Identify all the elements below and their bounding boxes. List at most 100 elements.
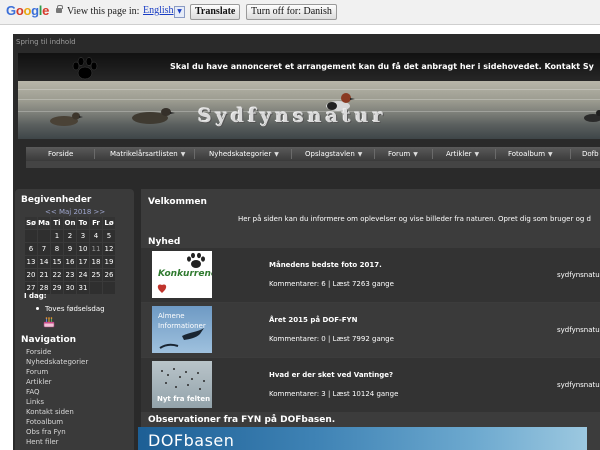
news-item-author[interactable]: sydfynsnatu: [557, 326, 600, 334]
nav-item-label: Matrikelårsartlisten: [110, 150, 178, 158]
calendar-day[interactable]: 26: [102, 268, 116, 282]
sidebar-link-fotoalbum[interactable]: Fotoalbum: [26, 417, 88, 427]
calendar-day[interactable]: 23: [63, 268, 77, 282]
main-nav: Forside Matrikelårsartlisten ▼ Nyhedskate…: [26, 147, 600, 161]
calendar-day[interactable]: 10: [76, 242, 90, 256]
calendar-day[interactable]: 31: [76, 281, 90, 295]
header-marquee: Skal du have annonceret et arrangement k…: [170, 62, 594, 71]
calendar-day[interactable]: 18: [89, 255, 103, 269]
news-thumbnail[interactable]: Almene Informationer: [152, 306, 212, 353]
news-item-title[interactable]: Månedens bedste foto 2017.: [269, 261, 382, 269]
weekday-header: Ma: [37, 216, 51, 230]
translate-button[interactable]: Translate: [190, 4, 241, 20]
water-ripple: [18, 99, 600, 100]
news-thumbnail[interactable]: Konkurrence: [152, 251, 212, 298]
calendar-day[interactable]: 7: [37, 242, 51, 256]
calendar-day: [102, 281, 116, 295]
sidebar-link-forside[interactable]: Forside: [26, 347, 88, 357]
main-content: Velkommen Her på siden kan du informere …: [141, 189, 600, 450]
sidebar-link-nyhedskategorier[interactable]: Nyhedskategorier: [26, 357, 88, 367]
calendar-day[interactable]: 29: [50, 281, 64, 295]
nav-item-label: Forside: [48, 150, 74, 158]
duck-image: [584, 110, 600, 122]
chevron-down-icon[interactable]: ▼: [174, 6, 185, 18]
sidebar-link-kontakt[interactable]: Kontakt siden: [26, 407, 88, 417]
nav-item-dofbasen[interactable]: Dofb: [582, 150, 599, 158]
calendar-day[interactable]: 1: [50, 229, 64, 243]
sidebar-link-faq[interactable]: FAQ: [26, 387, 88, 397]
calendar-day[interactable]: 4: [89, 229, 103, 243]
nav-item-fotoalbum[interactable]: Fotoalbum ▼: [508, 150, 553, 158]
nav-item-forum[interactable]: Forum ▼: [388, 150, 418, 158]
calendar-day[interactable]: 22: [50, 268, 64, 282]
calendar-day[interactable]: 14: [37, 255, 51, 269]
google-logo: Google: [6, 3, 49, 18]
birthday-event[interactable]: Toves fødselsdag: [45, 305, 105, 313]
event-calendar: Sø Ma Ti On To Fr Lø 1 2 3 4 5 6 7 8 9 1…: [24, 216, 116, 295]
turn-off-button[interactable]: Turn off for: Danish: [246, 4, 337, 20]
paw-icon: [72, 57, 98, 80]
language-select[interactable]: English: [143, 5, 174, 16]
thumbnail-caption: Informationer: [158, 322, 206, 330]
nav-item-matrikel[interactable]: Matrikelårsartlisten ▼: [110, 150, 185, 158]
skip-to-content-link[interactable]: Spring til indhold: [16, 38, 76, 46]
calendar-month-nav[interactable]: << Maj 2018 >>: [45, 208, 105, 216]
news-item-author[interactable]: sydfynsnatu: [557, 381, 600, 389]
logo-letter: G: [6, 3, 16, 18]
nav-item-artikler[interactable]: Artikler ▼: [446, 150, 479, 158]
news-item: Nyt fra felten Hvad er der sket ved Vant…: [141, 358, 600, 412]
logo-letter: e: [42, 3, 50, 18]
calendar-day: [89, 281, 103, 295]
news-thumbnail[interactable]: Nyt fra felten: [152, 361, 212, 408]
nav-item-forside[interactable]: Forside: [48, 150, 73, 158]
calendar-day[interactable]: 17: [76, 255, 90, 269]
weekday-header: On: [63, 216, 77, 230]
news-item-title[interactable]: Hvad er der sket ved Vantinge?: [269, 371, 393, 379]
sidebar-link-forum[interactable]: Forum: [26, 367, 88, 377]
calendar-day[interactable]: 11: [89, 242, 103, 256]
thumbnail-caption: Almene: [158, 312, 185, 320]
calendar-day[interactable]: 3: [76, 229, 90, 243]
bullet-icon: [36, 307, 39, 310]
sidebar-link-obs-fra-fyn[interactable]: Obs fra Fyn: [26, 427, 88, 437]
calendar-day[interactable]: 30: [63, 281, 77, 295]
nav-item-nyhedskategorier[interactable]: Nyhedskategorier ▼: [209, 150, 279, 158]
thumbnail-caption: Konkurrence: [158, 269, 212, 279]
calendar-day[interactable]: 2: [63, 229, 77, 243]
sidebar-link-hent-filer[interactable]: Hent filer: [26, 437, 88, 447]
lock-icon: [56, 5, 63, 13]
calendar-day[interactable]: 19: [102, 255, 116, 269]
calendar-day[interactable]: 20: [24, 268, 38, 282]
dofbasen-banner[interactable]: DOFbasen: [138, 427, 587, 450]
calendar-day[interactable]: 16: [63, 255, 77, 269]
calendar-day[interactable]: 24: [76, 268, 90, 282]
calendar-day[interactable]: 5: [102, 229, 116, 243]
calendar-day[interactable]: 8: [50, 242, 64, 256]
calendar-day[interactable]: 9: [63, 242, 77, 256]
news-item-title[interactable]: Året 2015 på DOF-FYN: [269, 316, 357, 324]
sidebar-link-artikler[interactable]: Artikler: [26, 377, 88, 387]
sidebar-link-links[interactable]: Links: [26, 397, 88, 407]
nav-item-opslagstavlen[interactable]: Opslagstavlen ▼: [305, 150, 362, 158]
dofbasen-title: DOFbasen: [148, 431, 235, 450]
nav-item-label: Artikler: [446, 150, 472, 158]
calendar-day[interactable]: 21: [37, 268, 51, 282]
sidebar-nav-list: Forside Nyhedskategorier Forum Artikler …: [26, 347, 88, 447]
calendar-day[interactable]: 12: [102, 242, 116, 256]
nav-divider: [432, 149, 433, 159]
nav-item-label: Opslagstavlen: [305, 150, 355, 158]
nav-divider: [291, 149, 292, 159]
caret-down-icon: ▼: [357, 151, 363, 158]
logo-letter: g: [31, 3, 39, 18]
calendar-day[interactable]: 15: [50, 255, 64, 269]
nav-divider: [495, 149, 496, 159]
nav-divider: [570, 149, 571, 159]
duck-image: [50, 112, 83, 126]
calendar-day[interactable]: 6: [24, 242, 38, 256]
news-item-author[interactable]: sydfynsnatu: [557, 271, 600, 279]
calendar-day[interactable]: 13: [24, 255, 38, 269]
site-title[interactable]: Sydfynsnatur: [198, 105, 387, 127]
today-label: I dag:: [24, 292, 47, 300]
news-item-meta: Kommentarer: 6 | Læst 7263 gange: [269, 280, 394, 288]
calendar-day[interactable]: 25: [89, 268, 103, 282]
